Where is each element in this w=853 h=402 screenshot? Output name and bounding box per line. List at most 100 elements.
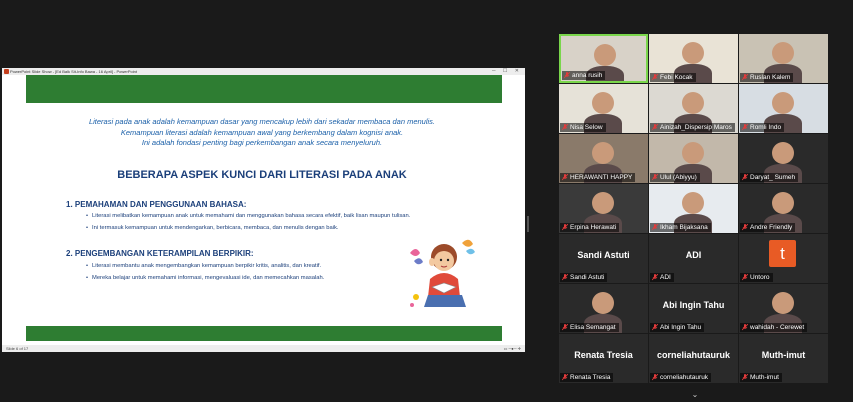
person-head [772, 192, 794, 214]
slide-footer-band [26, 326, 502, 341]
participant-name-label: Daryat_ Sumeh [740, 173, 799, 182]
section-bullet: Ini termasuk kemampuan untuk mendengarka… [86, 225, 339, 231]
participant-name-label: Ikham Bijaksana [650, 223, 711, 232]
participant-name-label: Andre Friendly [740, 223, 796, 232]
participant-name-label: Erpina Herawati [560, 223, 620, 232]
participant-display-name: ADI [685, 250, 702, 260]
muted-mic-icon [562, 324, 568, 331]
participant-tile[interactable]: Nisa Selow [559, 84, 648, 133]
person-head [772, 92, 794, 114]
person-head [592, 142, 614, 164]
child-reading-illustration [410, 239, 475, 307]
participant-display-name: Abi Ingin Tahu [662, 300, 725, 310]
muted-mic-icon [652, 224, 658, 231]
participant-name: Ainizah_Dispersip Maros [660, 124, 732, 131]
participant-tile[interactable]: HERAWANTI HAPPY [559, 134, 648, 183]
muted-mic-icon [652, 324, 658, 331]
participant-name-label: corneliahutauruk [650, 373, 712, 382]
powerpoint-title: PowerPoint Slide Show - [Ed Balk Sit-Inf… [10, 69, 137, 74]
muted-mic-icon [562, 224, 568, 231]
participant-tile[interactable]: Daryat_ Sumeh [739, 134, 828, 183]
slide-counter: Slide 6 of 17 [6, 346, 29, 351]
participant-name: Renata Tresia [570, 374, 611, 381]
participant-tile[interactable]: Ikham Bijaksana [649, 184, 738, 233]
participant-tile[interactable]: Muth-imut Muth-imut [739, 334, 828, 383]
participant-tile[interactable]: corneliahutauruk corneliahutauruk [649, 334, 738, 383]
person-head [772, 292, 794, 314]
person-head [682, 142, 704, 164]
muted-mic-icon [562, 374, 568, 381]
participant-tile[interactable]: anna rusih [559, 34, 648, 83]
window-controls[interactable]: ─ ☐ ✕ [492, 68, 522, 75]
participant-gallery: anna rusih Febi Kocak Ruslan Kalem Nisa Sel… [559, 34, 829, 386]
participant-name-label: anna rusih [562, 71, 606, 80]
person-head [594, 44, 616, 66]
participant-tile[interactable]: Sandi Astuti Sandi Astuti [559, 234, 648, 283]
participant-name: HERAWANTI HAPPY [570, 174, 633, 181]
powerpoint-status-bar: Slide 6 of 17 ▭ ─●─ ✛ [2, 345, 525, 352]
participant-name: ADI [660, 274, 671, 281]
participant-name: Ikham Bijaksana [660, 224, 708, 231]
person-head [592, 292, 614, 314]
powerpoint-title-bar: PowerPoint Slide Show - [Ed Balk Sit-Inf… [2, 68, 525, 75]
muted-mic-icon [742, 274, 748, 281]
section-bullet: Mereka belajar untuk memahami informasi,… [86, 275, 324, 281]
muted-mic-icon [742, 124, 748, 131]
split-view-handle[interactable] [527, 216, 529, 232]
person-head [682, 42, 704, 64]
participant-tile[interactable]: Febi Kocak [649, 34, 738, 83]
participant-tile[interactable]: Ainizah_Dispersip Maros [649, 84, 738, 133]
section-bullet: Literasi membantu anak mengembangkan kem… [86, 263, 321, 269]
muted-mic-icon [652, 174, 658, 181]
participant-tile[interactable]: t Untoro [739, 234, 828, 283]
section-bullet: Literasi melibatkan kemampuan anak untuk… [86, 213, 410, 219]
muted-mic-icon [652, 124, 658, 131]
participant-name-label: Renata Tresia [560, 373, 614, 382]
participant-name-label: Ainizah_Dispersip Maros [650, 123, 735, 132]
status-controls[interactable]: ▭ ─●─ ✛ [504, 345, 521, 352]
participant-tile[interactable]: Abi Ingin Tahu Abi Ingin Tahu [649, 284, 738, 333]
slide-intro-text: Literasi pada anak adalah kemampuan dasa… [42, 117, 482, 149]
participant-tile[interactable]: Renata Tresia Renata Tresia [559, 334, 648, 383]
muted-mic-icon [562, 174, 568, 181]
participant-name-label: wahidah - Cerewet [740, 323, 808, 332]
participant-tile[interactable]: Erpina Herawati [559, 184, 648, 233]
participant-name-label: Sandi Astuti [560, 273, 608, 282]
powerpoint-logo-icon [4, 69, 9, 74]
participant-name: anna rusih [572, 72, 603, 79]
participant-name: Abi Ingin Tahu [660, 324, 702, 331]
participant-tile[interactable]: Ruslan Kalem [739, 34, 828, 83]
participant-name-label: Ulul (Abiyyu) [650, 173, 700, 182]
person-head [682, 92, 704, 114]
muted-mic-icon [742, 324, 748, 331]
participant-tile[interactable]: wahidah - Cerewet [739, 284, 828, 333]
participant-name-label: Romli Indo [740, 123, 785, 132]
participant-tile[interactable]: Andre Friendly [739, 184, 828, 233]
participant-tile[interactable]: Ulul (Abiyyu) [649, 134, 738, 183]
participant-name: Sandi Astuti [570, 274, 605, 281]
person-head [592, 192, 614, 214]
intro-line: Kemampuan literasi adalah kemampuan awal… [120, 127, 404, 137]
chevron-down-icon[interactable]: ⌄ [690, 391, 700, 399]
participant-tile[interactable]: ADI ADI [649, 234, 738, 283]
shared-screen-powerpoint: PowerPoint Slide Show - [Ed Balk Sit-Inf… [2, 68, 525, 352]
participant-name-label: Abi Ingin Tahu [650, 323, 705, 332]
participant-display-name: corneliahutauruk [656, 350, 730, 360]
person-head [772, 42, 794, 64]
muted-mic-icon [562, 274, 568, 281]
person-head [772, 142, 794, 164]
participant-name: Andre Friendly [750, 224, 793, 231]
intro-line: Literasi pada anak adalah kemampuan dasa… [88, 117, 436, 126]
muted-mic-icon [564, 72, 570, 79]
participant-name-label: Nisa Selow [560, 123, 606, 132]
section-title: 1. PEMAHAMAN DAN PENGGUNAAN BAHASA: [66, 200, 247, 209]
participant-name-label: Ruslan Kalem [740, 73, 794, 82]
participant-display-name: Sandi Astuti [577, 250, 630, 260]
participant-avatar: t [769, 240, 796, 267]
participant-tile[interactable]: Romli Indo [739, 84, 828, 133]
person-head [682, 192, 704, 214]
muted-mic-icon [652, 74, 658, 81]
slide-header-band [26, 75, 502, 103]
participant-name: wahidah - Cerewet [750, 324, 805, 331]
participant-tile[interactable]: Elisa Semangat [559, 284, 648, 333]
